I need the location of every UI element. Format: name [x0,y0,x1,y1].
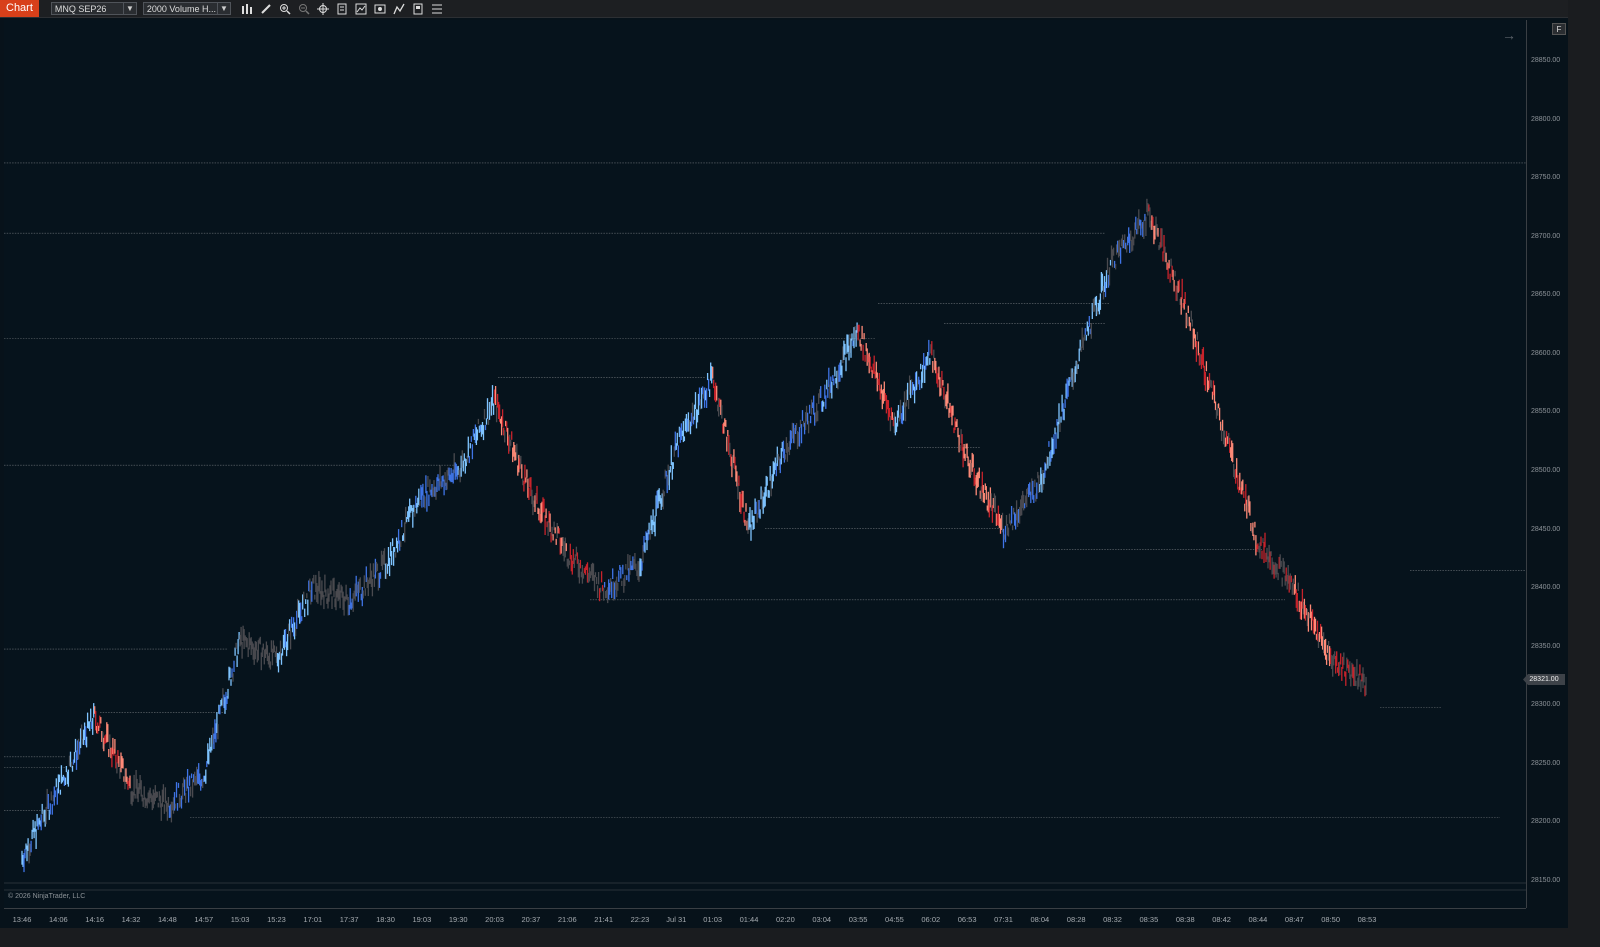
time-tick-label: 01:44 [739,915,759,924]
price-tick-label: 28200.00 [1531,818,1561,826]
time-tick-label: 18:30 [376,915,395,924]
time-tick-label: 08:28 [1066,915,1086,924]
time-tick-label: 08:35 [1139,915,1159,924]
time-tick-label: 08:44 [1248,915,1268,924]
time-tick-label: 15:03 [230,915,250,924]
time-tick-label: 22:23 [630,915,650,924]
time-tick-label: 08:53 [1357,915,1377,924]
time-tick-label: 21:41 [594,915,613,924]
time-tick-label: 01:03 [703,915,723,924]
copyright-text: © 2026 NinjaTrader, LLC [8,893,86,900]
time-tick-label: 19:30 [448,915,468,924]
time-tick-label: 14:16 [85,915,105,924]
time-tick-label: 06:02 [921,915,941,924]
price-tick-label: 28300.00 [1531,701,1561,709]
price-tick-label: 28350.00 [1531,642,1561,650]
time-tick-label: 04:55 [885,915,904,924]
time-tick-label: 08:04 [1030,915,1050,924]
price-tick-label: 28400.00 [1531,584,1561,592]
price-tick-label: 28500.00 [1531,467,1561,474]
price-tick-label: 28700.00 [1531,232,1561,240]
time-tick-label: 08:32 [1103,915,1122,924]
time-tick-label: 03:04 [812,915,832,924]
time-tick-label: 13:46 [12,915,32,924]
time-tick-label: 20:03 [485,915,504,924]
time-tick-label: 15:23 [267,915,286,924]
time-tick-label: 21:06 [557,915,577,924]
price-tick-label: 28450.00 [1531,525,1561,533]
price-tick-label: 28750.00 [1531,174,1561,182]
time-tick-label: 14:32 [121,915,141,924]
time-tick-label: 02:20 [775,915,795,924]
price-tick-label: 28850.00 [1531,57,1561,64]
time-tick-label: 06:53 [957,915,977,924]
time-tick-label: 08:42 [1212,915,1231,924]
time-tick-label: 14:57 [194,915,214,924]
time-tick-label: 07:31 [994,915,1013,924]
time-tick-label: 03:55 [848,915,868,924]
scroll-right-arrow-icon[interactable]: → [1502,27,1516,43]
time-tick-label: 08:47 [1284,915,1304,924]
f-button[interactable]: F [1552,23,1566,35]
price-tick-label: 28800.00 [1531,115,1561,123]
time-tick-label: 14:48 [158,915,177,924]
current-price-marker: 28321.00 [1523,674,1565,685]
time-tick-label: 17:37 [339,915,359,924]
price-tick-label: 28150.00 [1531,877,1561,884]
time-tick-label: 08:38 [1175,915,1195,924]
time-tick-label: 14:06 [48,915,68,924]
price-chart [4,162,1526,891]
price-tick-label: 28650.00 [1531,291,1561,299]
price-tick-label: 28600.00 [1531,349,1561,357]
price-tick-label: 28250.00 [1531,759,1561,767]
time-tick-label: 20:37 [521,915,541,924]
price-bars [21,198,1367,873]
time-tick-label: 08:50 [1321,915,1341,924]
time-tick-label: Jul 31 [666,915,687,924]
price-tick-label: 28550.00 [1531,408,1561,416]
time-tick-label: 17:01 [303,915,323,924]
time-tick-label: 19:03 [412,915,432,924]
